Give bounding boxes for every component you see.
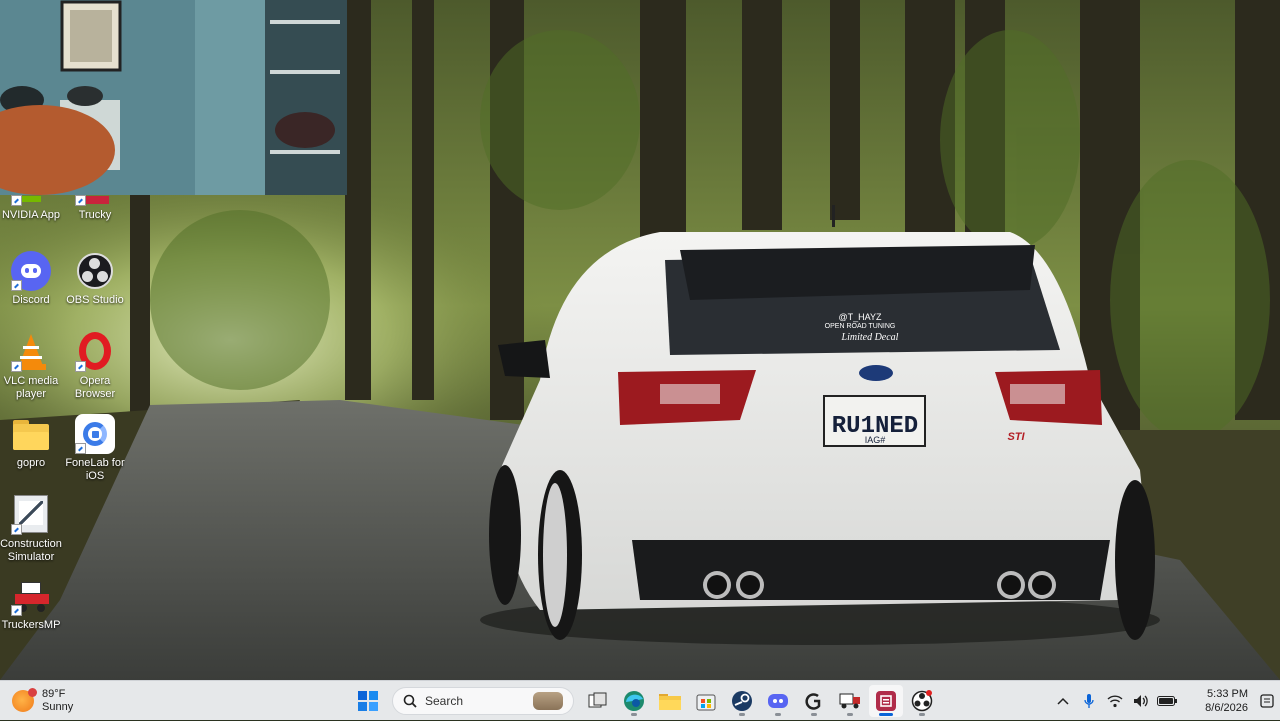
- nvidia-app-icon: [11, 195, 51, 206]
- desktop-icon-obs-studio[interactable]: OBS Studio: [64, 251, 126, 307]
- taskbar-logitech[interactable]: [797, 685, 831, 717]
- wifi-icon: [1107, 695, 1123, 708]
- windows-start-icon: [358, 691, 378, 711]
- euro-truck-icon: [839, 693, 860, 709]
- construction-simulator-icon: [11, 495, 51, 535]
- taskbar: 89°F Sunny Search 5:33 PM 8/6/2026: [0, 680, 1280, 720]
- desktop-icon-label: Opera Browser: [74, 375, 116, 400]
- obs-studio-icon: [75, 251, 115, 291]
- battery-icon: [1157, 696, 1177, 706]
- taskbar-discord[interactable]: [761, 685, 795, 717]
- vlc-icon: [11, 332, 51, 372]
- discord-icon: [768, 694, 788, 708]
- chevron-up-icon: [1057, 697, 1069, 705]
- truckersmp-icon: [11, 576, 51, 616]
- sti-badge: STI: [1007, 431, 1025, 443]
- weather-condition: Sunny: [42, 701, 74, 713]
- clock-date: 8/6/2026: [1205, 702, 1248, 714]
- taskbar-obs[interactable]: [905, 685, 939, 717]
- desktop-icon-label: gopro: [16, 457, 46, 469]
- fonelab-icon: [75, 414, 115, 454]
- desktop-icon-label: TruckersMP: [1, 619, 61, 631]
- weather-sun-icon: [12, 688, 37, 712]
- folder-icon: [11, 414, 51, 454]
- edge-icon: [624, 691, 644, 711]
- tray-microphone[interactable]: [1076, 681, 1102, 721]
- search-highlight-icon: [533, 692, 563, 710]
- store-icon: [696, 694, 716, 711]
- tray-network[interactable]: [1102, 681, 1128, 721]
- notification-icon: [1260, 694, 1274, 708]
- desktop-icon-label: FoneLab for iOS: [65, 457, 125, 482]
- desktop-icon-fonelab[interactable]: FoneLab for iOS: [64, 414, 126, 483]
- desktop-icon-construction-simulator[interactable]: Construction Simulator: [0, 495, 62, 564]
- tray-volume[interactable]: [1128, 681, 1154, 721]
- file-explorer-icon: [659, 694, 681, 710]
- task-view-button[interactable]: [581, 685, 615, 717]
- desktop-icon-opera[interactable]: Opera Browser: [64, 332, 126, 401]
- decal-line-1: @T_HAYZ: [839, 312, 882, 322]
- license-plate-sub: IAG#: [865, 435, 886, 445]
- obs-icon: [911, 690, 933, 712]
- desktop-icon-label: NVIDIA App: [1, 209, 61, 221]
- task-view-icon: [588, 692, 607, 708]
- taskbar-euro-truck[interactable]: [833, 685, 867, 717]
- weather-widget[interactable]: 89°F Sunny: [12, 686, 73, 716]
- desktop-icon-nvidia-app[interactable]: NVIDIA App: [0, 195, 62, 222]
- taskbar-edge[interactable]: [617, 685, 651, 717]
- taskbar-file-explorer[interactable]: [653, 685, 687, 717]
- desktop-icon-truckersmp[interactable]: TruckersMP: [0, 576, 62, 632]
- speaker-icon: [1134, 695, 1148, 707]
- desktop-icon-trucky[interactable]: Trucky: [64, 195, 126, 222]
- logitech-icon: [805, 693, 821, 710]
- notification-button[interactable]: [1254, 681, 1280, 721]
- tray-battery[interactable]: [1154, 681, 1180, 721]
- opera-icon: [75, 332, 115, 372]
- start-button[interactable]: [351, 685, 385, 717]
- desktop-icon-label: VLC media player: [3, 375, 59, 400]
- clock-time: 5:33 PM: [1207, 688, 1248, 700]
- desktop-icon-vlc[interactable]: VLC media player: [0, 332, 62, 401]
- desktop-icon-gopro[interactable]: gopro: [0, 414, 62, 470]
- trucky-icon: [75, 195, 115, 206]
- microphone-icon: [1084, 694, 1094, 708]
- weather-temperature: 89°F: [42, 688, 66, 700]
- taskbar-app-area: Search: [350, 685, 940, 717]
- desktop-icon-label: OBS Studio: [66, 294, 124, 306]
- steam-icon: [732, 691, 752, 711]
- system-tray: 5:33 PM 8/6/2026: [1050, 681, 1280, 721]
- discord-icon: [11, 251, 51, 291]
- webcam-overlay: [0, 0, 347, 195]
- decal-line-3: Limited Decal: [841, 332, 899, 343]
- taskbar-search-box[interactable]: Search: [392, 687, 574, 715]
- taskbar-clock[interactable]: 5:33 PM 8/6/2026: [1180, 687, 1248, 715]
- tray-overflow-button[interactable]: [1050, 681, 1076, 721]
- taskbar-store[interactable]: [689, 685, 723, 717]
- taskbar-steam[interactable]: [725, 685, 759, 717]
- decal-line-2: OPEN ROAD TUNING: [825, 323, 896, 330]
- search-icon: [403, 694, 417, 708]
- desktop-icon-label: Discord: [12, 294, 50, 306]
- desktop-icon-label: Construction Simulator: [0, 538, 62, 563]
- search-label: Search: [425, 694, 464, 708]
- recorder-icon: [876, 691, 896, 711]
- desktop-icon-discord[interactable]: Discord: [0, 251, 62, 307]
- desktop-icon-label: Trucky: [78, 209, 112, 221]
- taskbar-recorder[interactable]: [869, 685, 903, 717]
